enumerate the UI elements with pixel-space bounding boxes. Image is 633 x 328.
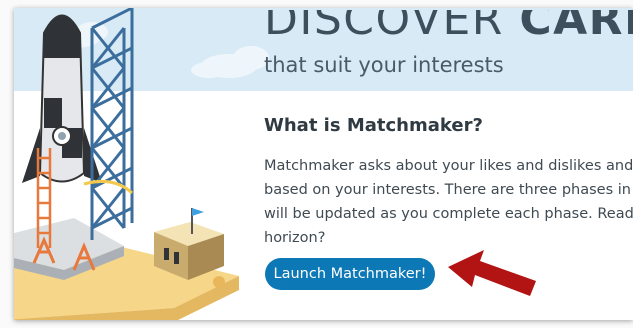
description-line: will be updated as you complete each pha… (264, 206, 633, 222)
section-heading: What is Matchmaker? (264, 115, 483, 136)
red-arrow-annotation (448, 250, 536, 296)
description-line: based on your interests. There are three… (264, 182, 633, 198)
description-line: horizon? (264, 230, 326, 246)
rocket-launch-illustration (14, 8, 239, 320)
matchmaker-description: Matchmaker asks about your likes and dis… (264, 154, 633, 250)
launch-matchmaker-button[interactable]: Launch Matchmaker! (265, 258, 435, 290)
description-line: Matchmaker asks about your likes and dis… (264, 158, 633, 174)
page-title: DISCOVER CAREERS (264, 8, 633, 45)
page-subtitle: that suit your interests (264, 53, 504, 77)
